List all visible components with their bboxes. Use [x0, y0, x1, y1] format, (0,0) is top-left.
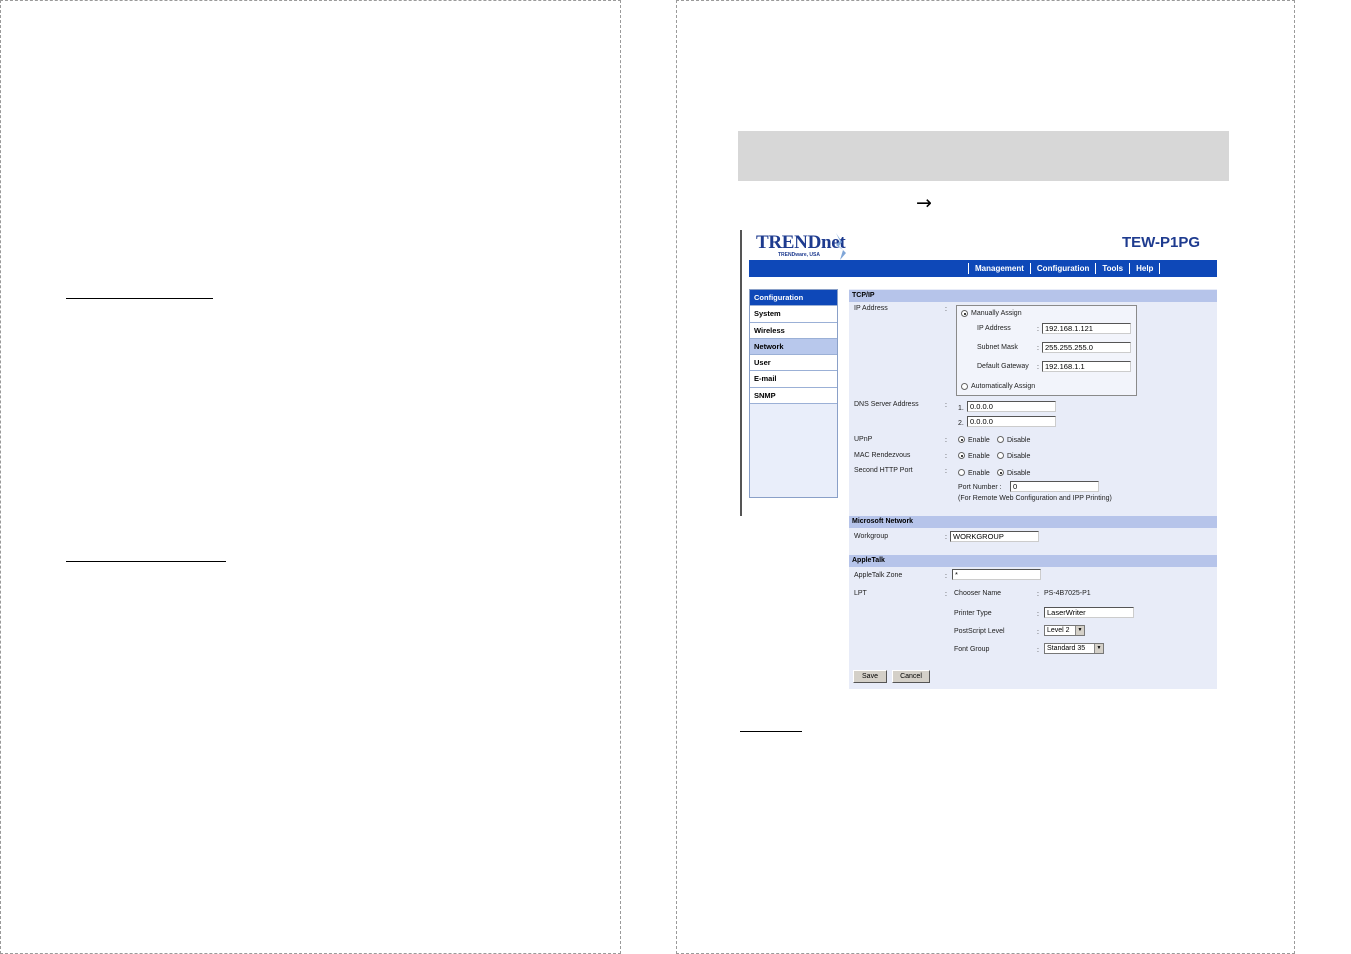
- chooser-name-label: Chooser Name: [954, 590, 1002, 597]
- colon: :: [945, 402, 947, 409]
- section-appletalk-header: AppleTalk: [849, 555, 1217, 567]
- colon: :: [1037, 629, 1039, 636]
- colon: :: [945, 437, 947, 444]
- colon: :: [945, 534, 947, 541]
- lpt-label: LPT: [854, 590, 867, 597]
- font-group-value: Standard 35: [1047, 645, 1086, 652]
- port-number-label: Port Number :: [958, 484, 1002, 491]
- upnp-disable-label: Disable: [1007, 437, 1031, 444]
- default-gateway-label: Default Gateway: [977, 363, 1029, 370]
- mac-disable-radio[interactable]: [997, 452, 1004, 459]
- port-number-input[interactable]: 0: [1010, 481, 1099, 492]
- upnp-label: UPnP: [854, 436, 873, 443]
- http-enable-radio[interactable]: [958, 469, 965, 476]
- colon: :: [1037, 647, 1039, 654]
- menu-tools[interactable]: Tools: [1095, 263, 1129, 274]
- chevron-down-icon[interactable]: ▼: [1075, 626, 1084, 635]
- sidebar-item-snmp[interactable]: SNMP: [750, 387, 837, 405]
- upnp-enable-radio[interactable]: [958, 436, 965, 443]
- colon: :: [1037, 611, 1039, 618]
- colon: :: [945, 468, 947, 475]
- manual-assign-radio[interactable]: [961, 310, 968, 317]
- dns1-input[interactable]: 0.0.0.0: [967, 401, 1056, 412]
- colon: :: [1037, 364, 1039, 371]
- default-gateway-input[interactable]: 192.168.1.1: [1042, 361, 1131, 372]
- manual-assign-label: Manually Assign: [971, 310, 1022, 317]
- colon: :: [945, 306, 947, 313]
- upnp-enable-label: Enable: [968, 437, 990, 444]
- cancel-button[interactable]: Cancel: [892, 670, 930, 683]
- mac-enable-radio[interactable]: [958, 452, 965, 459]
- sidebar-item-network[interactable]: Network: [750, 338, 837, 356]
- logo-mark-icon: [836, 233, 846, 260]
- dns-server-label: DNS Server Address: [854, 401, 919, 408]
- http-enable-label: Enable: [968, 470, 990, 477]
- sidebar-item-wireless[interactable]: Wireless: [750, 322, 837, 339]
- subnet-mask-label: Subnet Mask: [977, 344, 1018, 351]
- workgroup-input[interactable]: WORKGROUP: [950, 531, 1039, 542]
- colon: :: [945, 591, 947, 598]
- appletalk-zone-label: AppleTalk Zone: [854, 572, 903, 579]
- top-menu-bar: Management Configuration Tools Help: [749, 260, 1217, 277]
- workgroup-label: Workgroup: [854, 533, 889, 540]
- colon: :: [945, 453, 947, 460]
- colon: :: [945, 573, 947, 580]
- subnet-mask-input[interactable]: 255.255.255.0: [1042, 342, 1131, 353]
- ip-field-label: IP Address: [977, 325, 1011, 332]
- mac-disable-label: Disable: [1007, 453, 1031, 460]
- mac-rendezvous-label: MAC Rendezvous: [854, 452, 911, 459]
- second-http-port-label: Second HTTP Port: [854, 467, 913, 474]
- sidebar-item-user[interactable]: User: [750, 355, 837, 372]
- postscript-level-label: PostScript Level: [954, 628, 1005, 635]
- colon: :: [1037, 591, 1039, 598]
- save-button[interactable]: Save: [853, 670, 887, 683]
- left-page-border: [0, 0, 621, 954]
- http-disable-radio[interactable]: [997, 469, 1004, 476]
- port-note: (For Remote Web Configuration and IPP Pr…: [958, 495, 1112, 502]
- dns2-prefix: 2.: [958, 420, 964, 427]
- font-group-label: Font Group: [954, 646, 990, 653]
- heading-underline-1: [66, 298, 213, 299]
- menu-management[interactable]: Management: [968, 263, 1030, 274]
- colon: :: [1037, 345, 1039, 352]
- heading-underline-2: [66, 561, 226, 562]
- sidebar-header-configuration[interactable]: Configuration: [750, 290, 837, 307]
- postscript-level-value: Level 2: [1047, 627, 1070, 634]
- auto-assign-label: Automatically Assign: [971, 383, 1036, 390]
- screenshot-frame-line: [740, 230, 742, 516]
- printer-type-label: Printer Type: [954, 610, 992, 617]
- mac-enable-label: Enable: [968, 453, 990, 460]
- chevron-down-icon[interactable]: ▼: [1094, 644, 1103, 653]
- ip-address-input[interactable]: 192.168.1.121: [1042, 323, 1131, 334]
- model-name: TEW-P1PG: [1122, 234, 1201, 251]
- sidebar: Configuration System Wireless Network Us…: [749, 289, 838, 498]
- section-microsoft-network-header: Microsoft Network: [849, 516, 1217, 528]
- printer-type-input[interactable]: LaserWriter: [1044, 607, 1134, 618]
- dns1-prefix: 1.: [958, 405, 964, 412]
- colon: :: [1037, 326, 1039, 333]
- dns2-input[interactable]: 0.0.0.0: [967, 416, 1056, 427]
- menu-configuration[interactable]: Configuration: [1029, 263, 1095, 274]
- sidebar-item-email[interactable]: E-mail: [750, 371, 837, 388]
- auto-assign-radio[interactable]: [961, 383, 968, 390]
- postscript-level-select[interactable]: Level 2 ▼: [1044, 625, 1085, 636]
- section-tcpip-header: TCP/IP: [849, 290, 1217, 302]
- chooser-name-value: PS-4B7025-P1: [1044, 590, 1091, 597]
- arrow-right-icon: →: [916, 192, 932, 214]
- http-disable-label: Disable: [1007, 470, 1031, 477]
- appletalk-zone-input[interactable]: *: [952, 569, 1041, 580]
- sidebar-item-system[interactable]: System: [750, 306, 837, 323]
- menu-help[interactable]: Help: [1129, 263, 1161, 274]
- ip-address-label: IP Address: [854, 305, 888, 312]
- font-group-select[interactable]: Standard 35 ▼: [1044, 643, 1104, 654]
- upnp-disable-radio[interactable]: [997, 436, 1004, 443]
- section-banner: [738, 131, 1229, 181]
- note-underline: [740, 731, 802, 732]
